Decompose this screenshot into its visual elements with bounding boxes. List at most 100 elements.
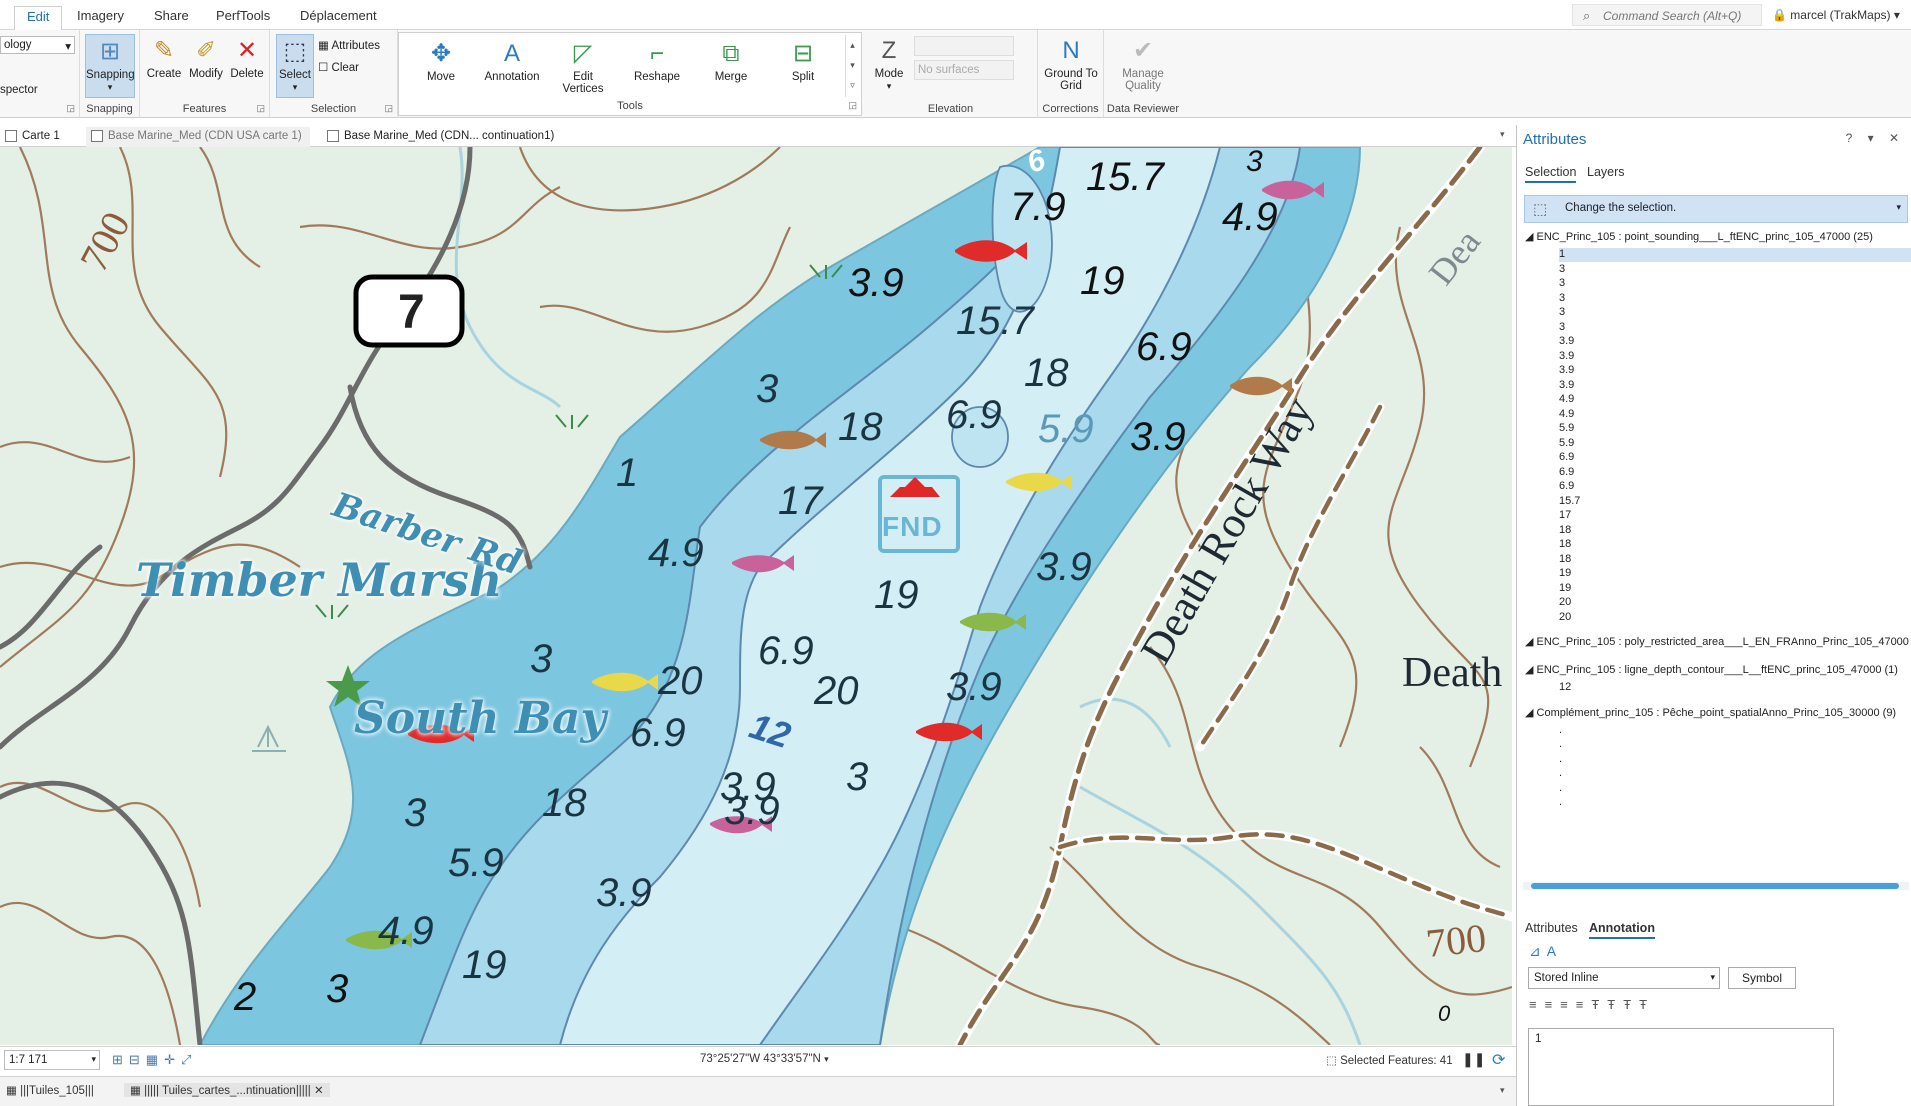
tree-feature-row[interactable]: 12 (1559, 681, 1571, 695)
snapping-group-label: Snapping (86, 103, 133, 115)
stored-inline-dropdown[interactable]: Stored Inline ▾ (1528, 967, 1720, 989)
tree-feature-row[interactable]: 4.9 (1559, 393, 1574, 407)
split-button[interactable]: ⊟ Split (773, 39, 833, 83)
tree-feature-row[interactable]: 3.9 (1559, 364, 1574, 378)
change-selection-dropdown[interactable]: ⬚ Change the selection. ▾ (1524, 195, 1908, 223)
attributes-button[interactable]: ▦ Attributes (318, 38, 380, 52)
annotation-button[interactable]: A Annotation (477, 39, 547, 83)
bottom-tab-tuiles-cartes[interactable]: ▦ ||||| Tuiles_cartes_...ntinuation|||||… (124, 1083, 330, 1097)
delete-button[interactable]: ✕ Delete (228, 36, 266, 80)
chevron-down-icon[interactable]: ▾ (1500, 1085, 1505, 1096)
command-search-input[interactable]: ⌕ Command Search (Alt+Q) (1572, 4, 1762, 26)
pane-controls[interactable]: ? ▾ ✕ (1846, 131, 1905, 145)
tab-perftools[interactable]: PerfTools (216, 8, 270, 23)
tree-feature-row[interactable]: 3 (1559, 277, 1565, 291)
tab-share[interactable]: Share (154, 8, 189, 23)
refresh-icon[interactable]: ⟳ (1492, 1050, 1505, 1070)
tree-feature-row[interactable]: 15.7 (1559, 495, 1580, 509)
user-account-menu[interactable]: 🔒 marcel (TrakMaps) ▾ (1772, 8, 1900, 22)
symbol-button[interactable]: Symbol (1728, 967, 1796, 989)
map-scale-dropdown[interactable]: 1:7 171 ▾ (4, 1050, 100, 1070)
map-view[interactable]: 7 FND Timber Marsh South Bay Barber Rd D… (0, 147, 1512, 1045)
tree-layer-node[interactable]: ◢ ENC_Princ_105 : point_sounding___L_ftE… (1525, 230, 1873, 243)
modify-button[interactable]: ✐ Modify (186, 36, 226, 80)
annotation-text-input[interactable]: 1 (1528, 1028, 1834, 1106)
pause-icon[interactable]: ❚❚ (1462, 1051, 1485, 1068)
selected-features-count[interactable]: ⬚ Selected Features: 41 (1326, 1053, 1453, 1067)
merge-button[interactable]: ⧉ Merge (701, 39, 761, 83)
clear-button[interactable]: ☐ Clear (318, 60, 359, 74)
tab-imagery[interactable]: Imagery (77, 8, 124, 23)
launcher-icon[interactable]: ◲ (384, 103, 393, 114)
elevation-value-input[interactable] (914, 36, 1014, 56)
tree-feature-row[interactable]: 19 (1559, 567, 1571, 581)
tree-feature-row[interactable]: 20 (1559, 611, 1571, 625)
layer-dropdown[interactable]: ology ▾ (0, 36, 75, 54)
snapping-button[interactable]: ⊞ Snapping ▾ (85, 34, 135, 98)
tree-feature-row[interactable]: . (1559, 796, 1562, 810)
tree-feature-row[interactable]: 18 (1559, 524, 1571, 538)
tree-feature-row[interactable]: 3.9 (1559, 350, 1574, 364)
tree-feature-row[interactable]: 3.9 (1559, 335, 1574, 349)
tree-feature-row[interactable]: 3 (1559, 306, 1565, 320)
chevron-down-icon[interactable]: ▾ (1500, 129, 1505, 140)
select-button[interactable]: ⬚ Select ▾ (276, 34, 314, 98)
tree-feature-row[interactable]: . (1559, 767, 1562, 781)
launcher-icon[interactable]: ◲ (66, 103, 75, 114)
coordinate-readout[interactable]: 73°25'27"W 43°33'57"N ▾ (700, 1053, 829, 1065)
tree-feature-row[interactable]: 5.9 (1559, 437, 1574, 451)
tree-layer-node[interactable]: ◢ ENC_Princ_105 : poly_restricted_area__… (1525, 635, 1911, 648)
view-tab-carte-1[interactable]: Carte 1 (0, 127, 68, 147)
view-tab-base-marine-1[interactable]: Base Marine_Med (CDN USA carte 1) (86, 127, 310, 147)
tree-feature-row[interactable]: 20 (1559, 596, 1571, 610)
tree-feature-row[interactable]: . (1559, 724, 1562, 738)
launcher-icon[interactable]: ◲ (848, 100, 857, 111)
tree-layer-node[interactable]: ◢ ENC_Princ_105 : ligne_depth_contour___… (1525, 663, 1898, 676)
tree-feature-row[interactable]: . (1559, 782, 1562, 796)
manage-quality-button[interactable]: ✔ Manage Quality (1108, 36, 1178, 92)
tab-selection[interactable]: Selection (1525, 165, 1577, 183)
inspector-button[interactable]: spector (0, 84, 38, 96)
tree-feature-row[interactable]: 3.9 (1559, 379, 1574, 393)
tree-feature-row[interactable]: . (1559, 738, 1562, 752)
tab-annotation[interactable]: Annotation (1589, 921, 1655, 939)
mode-button[interactable]: Z Mode ▾ (868, 36, 910, 92)
tree-feature-row[interactable]: 19 (1559, 582, 1571, 596)
scrollbar-thumb[interactable] (1531, 883, 1899, 889)
edit-vertices-button[interactable]: ◸ Edit Vertices (553, 39, 613, 95)
tree-feature-row[interactable]: 6.9 (1559, 466, 1574, 480)
snapping-icon: ⊞ (99, 38, 121, 65)
launcher-icon[interactable]: ◲ (256, 103, 265, 114)
tree-feature-row[interactable]: 18 (1559, 538, 1571, 552)
tree-feature-row[interactable]: 6.9 (1559, 480, 1574, 494)
ground-to-grid-button[interactable]: N Ground To Grid (1040, 36, 1102, 92)
contour-label-700-b: 700 (1423, 914, 1489, 967)
surface-dropdown[interactable]: No surfaces (914, 60, 1014, 80)
tree-feature-row[interactable]: 1 (1559, 248, 1911, 262)
move-button[interactable]: ✥ Move (411, 39, 471, 83)
tree-feature-row[interactable]: 5.9 (1559, 422, 1574, 436)
tree-feature-row[interactable]: 3 (1559, 292, 1565, 306)
tree-feature-row[interactable]: 3 (1559, 321, 1565, 335)
view-tab-base-marine-2[interactable]: Base Marine_Med (CDN... continuation1) (322, 127, 562, 147)
tab-attributes-lower[interactable]: Attributes (1525, 921, 1578, 935)
tab-edit[interactable]: Edit (14, 6, 63, 30)
text-format-toolbar[interactable]: ≡≡≡≡ŦŦŦŦ (1529, 997, 1655, 1012)
tree-feature-row[interactable]: 3 (1559, 263, 1565, 277)
reshape-button[interactable]: ⌐ Reshape (627, 39, 687, 83)
tree-layer-node[interactable]: ◢ Complément_princ_105 : Pêche_point_spa… (1525, 706, 1896, 719)
bottom-tab-tuiles-105[interactable]: ▦ |||Tuiles_105||| (6, 1083, 94, 1097)
tree-feature-row[interactable]: 6.9 (1559, 451, 1574, 465)
tree-feature-row[interactable]: . (1559, 753, 1562, 767)
tab-layers[interactable]: Layers (1587, 165, 1625, 179)
close-icon[interactable]: ✕ (314, 1085, 324, 1097)
gallery-scroll[interactable]: ▴ ▾ ▿ (845, 35, 859, 97)
annotation-tools[interactable]: ⊿A (1529, 943, 1562, 960)
tree-feature-row[interactable]: 17 (1559, 509, 1571, 523)
navigation-tools[interactable]: ⊞⊟▦✛⤢ (112, 1052, 197, 1068)
tree-feature-row[interactable]: 18 (1559, 553, 1571, 567)
tree-feature-row[interactable]: 4.9 (1559, 408, 1574, 422)
horizontal-scrollbar[interactable] (1523, 882, 1909, 890)
tab-deplacement[interactable]: Déplacement (300, 8, 377, 23)
create-button[interactable]: ✎ Create (146, 36, 182, 80)
